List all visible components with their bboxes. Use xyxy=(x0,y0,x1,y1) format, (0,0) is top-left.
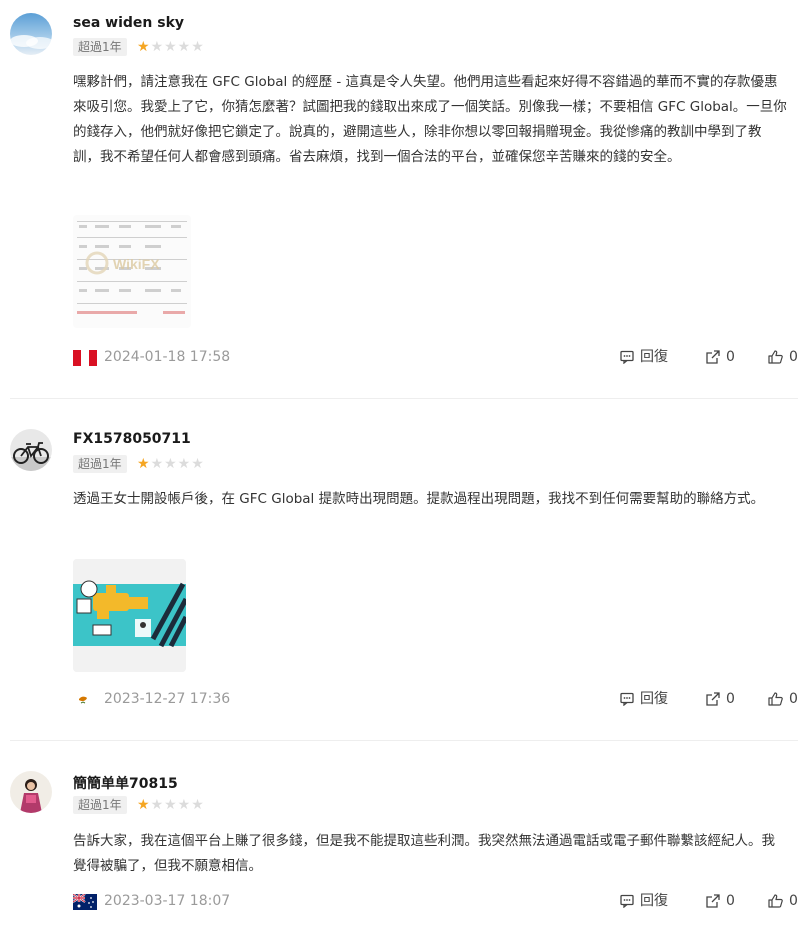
username[interactable]: FX1578050711 xyxy=(73,431,191,447)
like-count: 0 xyxy=(789,349,798,365)
tenure-badge: 超過1年 xyxy=(73,796,127,814)
star-rating: ★★★★★ xyxy=(137,455,205,473)
star-filled-icon: ★ xyxy=(137,797,151,813)
share-count: 0 xyxy=(726,349,735,365)
share-icon xyxy=(706,894,720,908)
star-empty-icon: ★★★★ xyxy=(150,797,205,813)
peru-flag-icon xyxy=(73,350,97,366)
reply-label: 回復 xyxy=(640,893,668,909)
reply-label: 回復 xyxy=(640,349,668,365)
thumbs-up-icon xyxy=(768,350,783,364)
review-text: 嘿夥計們，請注意我在 GFC Global 的經歷 - 這真是令人失望。他們用這… xyxy=(73,74,787,165)
reply-button[interactable]: 回復 xyxy=(620,346,668,368)
star-empty-icon: ★★★★ xyxy=(150,39,205,55)
review-date: 2023-03-17 18:07 xyxy=(104,893,231,909)
comment-icon xyxy=(620,350,634,364)
review-date: 2023-12-27 17:36 xyxy=(104,691,231,707)
review-image[interactable] xyxy=(73,559,186,672)
review-date: 2024-01-18 17:58 xyxy=(104,349,231,365)
screenshot-thumbnail-icon: WikiFX xyxy=(73,215,191,328)
review-footer: 2023-12-27 17:36 回復 0 0 xyxy=(73,688,803,710)
reply-label: 回復 xyxy=(640,691,668,707)
star-rating: ★★★★★ xyxy=(137,38,205,56)
username[interactable]: sea widen sky xyxy=(73,15,184,31)
cyprus-flag-icon xyxy=(73,692,97,708)
avatar[interactable] xyxy=(10,13,52,55)
review-text: 告訴大家，我在這個平台上賺了很多錢，但是我不能提取這些利潤。我突然無法通過電話或… xyxy=(73,833,775,874)
review-image[interactable]: WikiFX xyxy=(73,215,191,328)
like-button[interactable]: 0 xyxy=(768,890,798,912)
svg-text:WikiFX: WikiFX xyxy=(113,256,160,272)
comment-icon xyxy=(620,692,634,706)
withdrawal-illustration-icon xyxy=(73,559,186,672)
review-footer: 2024-01-18 17:58 回復 0 0 xyxy=(73,346,803,368)
share-button[interactable]: 0 xyxy=(706,346,735,368)
reply-button[interactable]: 回復 xyxy=(620,688,668,710)
thumbs-up-icon xyxy=(768,894,783,908)
like-button[interactable]: 0 xyxy=(768,688,798,710)
share-icon xyxy=(706,350,720,364)
share-button[interactable]: 0 xyxy=(706,688,735,710)
share-count: 0 xyxy=(726,893,735,909)
avatar[interactable] xyxy=(10,771,52,813)
share-count: 0 xyxy=(726,691,735,707)
star-empty-icon: ★★★★ xyxy=(150,456,205,472)
comment-icon xyxy=(620,894,634,908)
like-count: 0 xyxy=(789,893,798,909)
star-filled-icon: ★ xyxy=(137,456,151,472)
avatar[interactable] xyxy=(10,429,52,471)
review-text: 透過王女士開設帳戶後，在 GFC Global 提款時出現問題。提款過程出現問題… xyxy=(73,491,765,507)
review-footer: 2023-03-17 18:07 回復 0 0 xyxy=(73,890,803,912)
divider xyxy=(10,740,798,741)
star-filled-icon: ★ xyxy=(137,39,151,55)
share-icon xyxy=(706,692,720,706)
tenure-badge: 超過1年 xyxy=(73,38,127,56)
divider xyxy=(10,398,798,399)
star-rating: ★★★★★ xyxy=(137,796,205,814)
thumbs-up-icon xyxy=(768,692,783,706)
like-count: 0 xyxy=(789,691,798,707)
tenure-badge: 超過1年 xyxy=(73,455,127,473)
australia-flag-icon xyxy=(73,894,97,910)
share-button[interactable]: 0 xyxy=(706,890,735,912)
like-button[interactable]: 0 xyxy=(768,346,798,368)
username[interactable]: 簡簡单单70815 xyxy=(73,773,178,793)
reply-button[interactable]: 回復 xyxy=(620,890,668,912)
